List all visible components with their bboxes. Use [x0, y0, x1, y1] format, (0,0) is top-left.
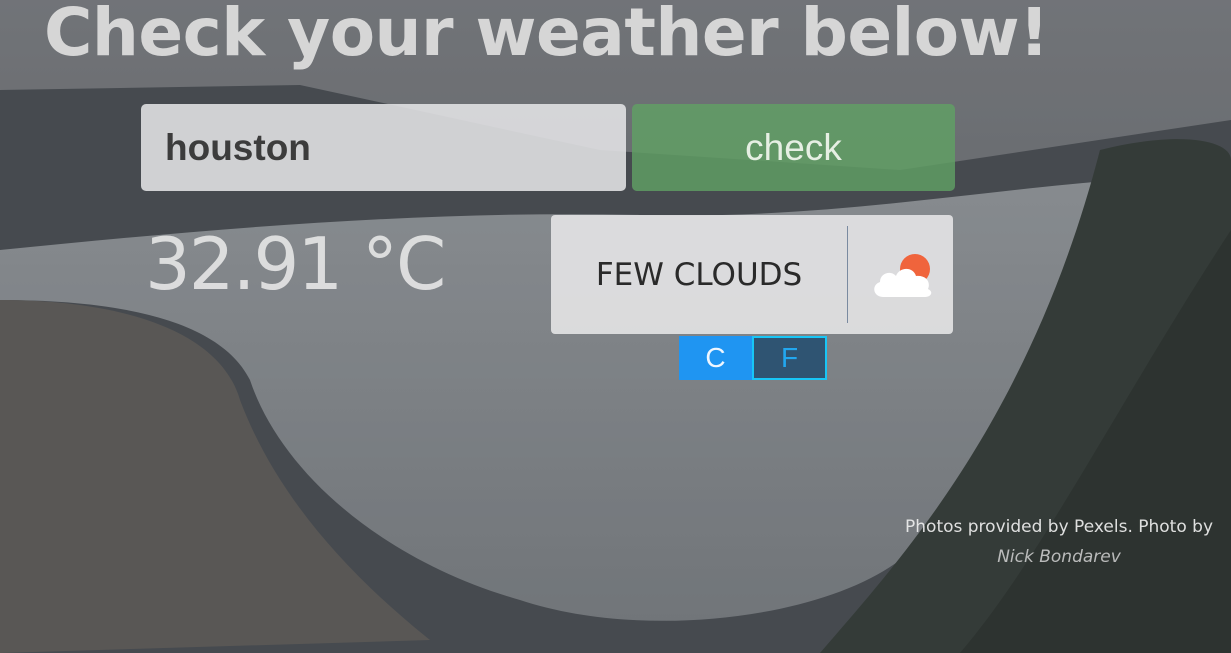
photo-credit: Photos provided by Pexels. Photo by Nick…: [905, 517, 1213, 567]
page-title: Check your weather below!: [44, 0, 1049, 71]
photo-credit-text: Photos provided by Pexels. Photo by: [905, 517, 1213, 537]
temperature-readout: 32.91 °C: [145, 222, 446, 306]
check-button[interactable]: check: [632, 104, 955, 191]
photo-author-link[interactable]: Nick Bondarev: [905, 547, 1213, 567]
condition-label: FEW CLOUDS: [595, 256, 803, 293]
celsius-toggle-button[interactable]: C: [679, 336, 752, 380]
weather-condition-card: FEW CLOUDS: [551, 215, 953, 334]
fahrenheit-toggle-button[interactable]: F: [752, 336, 827, 380]
city-search-input[interactable]: [141, 104, 626, 191]
card-divider: [847, 226, 848, 323]
few-clouds-icon: [874, 254, 932, 297]
